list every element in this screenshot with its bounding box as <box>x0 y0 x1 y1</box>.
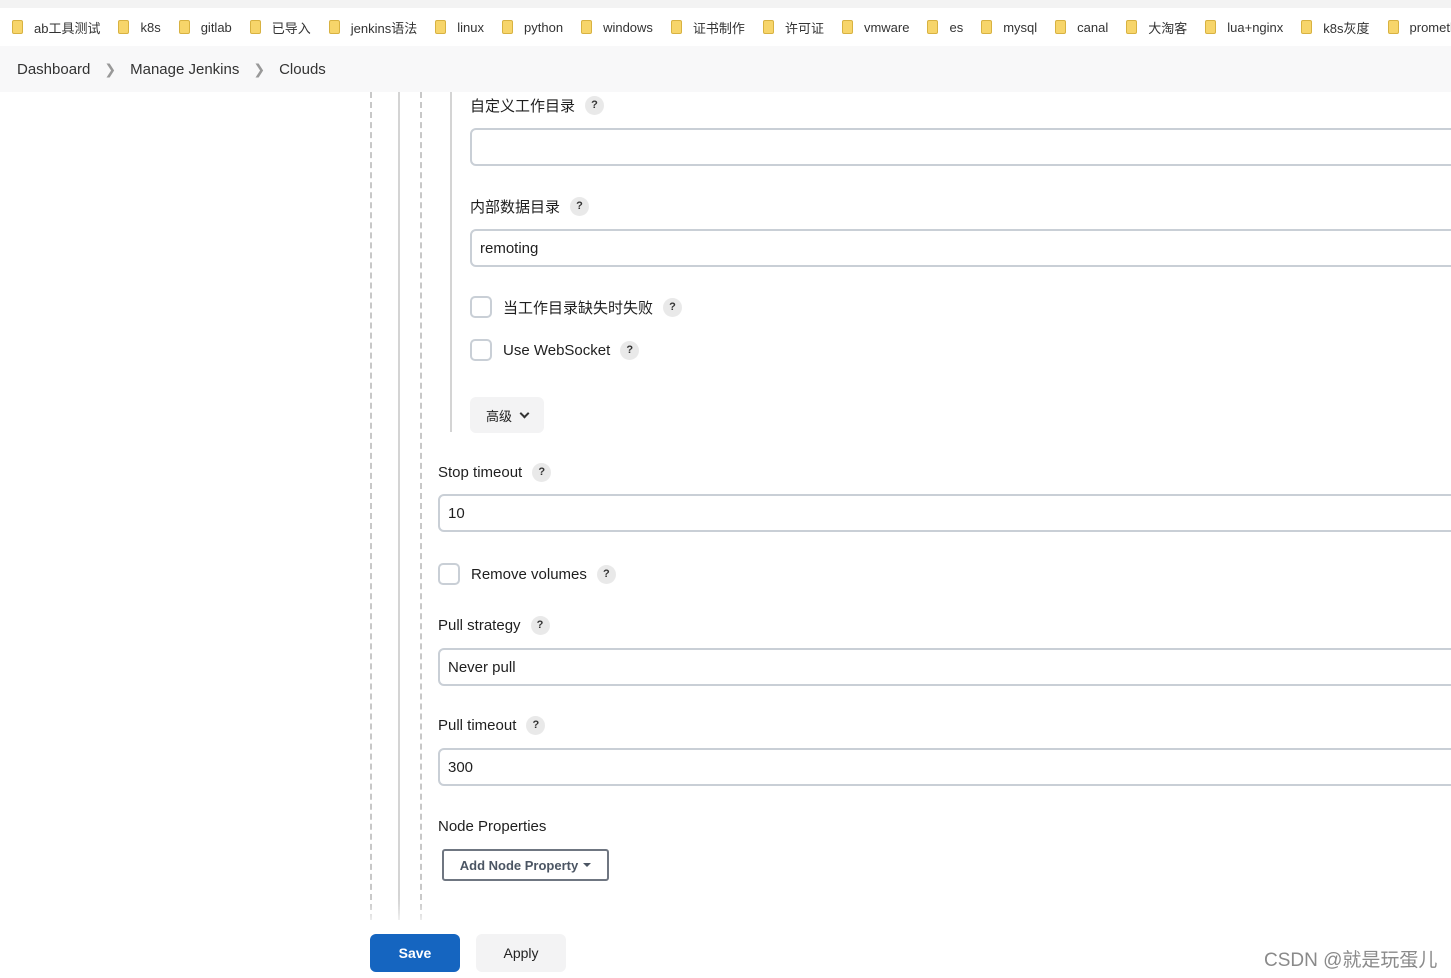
folder-icon <box>762 20 774 34</box>
add-node-property-button[interactable]: Add Node Property <box>442 849 609 881</box>
bookmark-label: gitlab <box>200 19 232 35</box>
bookmark-label: k8s <box>140 19 161 35</box>
help-icon[interactable]: ? <box>532 462 552 482</box>
bookmark-item[interactable]: ab工具测试 <box>12 18 100 37</box>
bookmark-label: jenkins语法 <box>350 20 418 36</box>
bookmark-item[interactable]: mysql <box>981 20 1037 35</box>
bookmark-item[interactable]: 证书制作 <box>670 18 745 37</box>
bookmark-label: k8s灰度 <box>1323 20 1370 36</box>
bookmark-label: vmware <box>863 19 910 35</box>
node-properties-label: Node Properties <box>438 817 547 835</box>
folder-icon <box>1205 20 1217 34</box>
bookmark-item[interactable]: gitlab <box>178 19 232 35</box>
bookmark-item[interactable]: 许可证 <box>762 18 824 37</box>
help-icon[interactable]: ? <box>596 564 616 584</box>
help-icon[interactable]: ? <box>530 615 550 635</box>
bookmark-label: ab工具测试 <box>34 20 101 36</box>
bookmark-item[interactable]: k8s <box>118 19 161 35</box>
bookmark-label: 证书制作 <box>692 20 745 36</box>
help-icon[interactable]: ? <box>585 95 605 115</box>
folder-icon <box>670 20 682 34</box>
bookmark-item[interactable]: prometh <box>1387 19 1451 35</box>
bookmark-item[interactable]: 大淘客 <box>1126 18 1187 37</box>
folder-icon <box>435 20 447 34</box>
bookmark-label: 大淘客 <box>1148 20 1188 36</box>
bookmarks-bar: ab工具测试 k8s gitlab 已导入 jenkins语法 linux python wi… <box>0 8 1451 46</box>
bookmark-item[interactable]: 已导入 <box>249 18 311 37</box>
bookmark-label: prometh <box>1409 19 1451 35</box>
fail-if-workdir-missing-label: 当工作目录缺失时失败 ? <box>503 296 683 318</box>
stop-timeout-input[interactable]: 10 <box>438 494 1451 532</box>
section-rail <box>370 92 372 920</box>
chevron-down-icon <box>519 408 530 418</box>
custom-workdir-input[interactable] <box>470 128 1451 166</box>
bookmark-label: es <box>949 19 964 35</box>
remove-volumes-checkbox[interactable] <box>438 563 460 585</box>
bookmark-item[interactable]: lua+nginx <box>1205 20 1283 35</box>
folder-icon <box>1301 20 1313 34</box>
folder-icon <box>118 20 130 34</box>
bookmark-item[interactable]: windows <box>581 20 653 35</box>
folder-icon <box>12 20 23 34</box>
folder-icon <box>328 20 340 34</box>
custom-workdir-label: 自定义工作目录 ? <box>470 94 605 116</box>
save-button[interactable]: Save <box>370 934 460 972</box>
folder-icon <box>502 20 514 34</box>
breadcrumb-manage-jenkins[interactable]: Manage Jenkins <box>130 61 239 78</box>
bookmark-label: windows <box>603 19 653 35</box>
use-websocket-label: Use WebSocket ? <box>503 339 640 361</box>
pull-timeout-input[interactable]: 300 <box>438 748 1451 786</box>
folder-icon <box>1387 20 1399 34</box>
bookmark-item[interactable]: python <box>502 20 563 35</box>
bookmark-label: linux <box>457 19 485 35</box>
bookmark-label: python <box>524 19 564 35</box>
bookmark-label: 许可证 <box>784 20 824 36</box>
fail-if-workdir-missing-checkbox[interactable] <box>470 296 492 318</box>
chevron-right-icon: ❯ <box>253 60 266 77</box>
breadcrumb: Dashboard ❯ Manage Jenkins ❯ Clouds <box>0 46 1451 92</box>
folder-icon <box>249 20 261 34</box>
folder-icon <box>981 20 993 34</box>
browser-chrome-strip <box>0 0 1451 8</box>
folder-icon <box>1055 20 1067 34</box>
breadcrumb-clouds[interactable]: Clouds <box>279 61 326 78</box>
help-icon[interactable]: ? <box>663 297 683 317</box>
caret-down-icon <box>583 863 592 867</box>
folder-icon <box>841 20 853 34</box>
pull-strategy-label: Pull strategy ? <box>438 614 550 636</box>
stop-timeout-label: Stop timeout ? <box>438 461 552 483</box>
bookmark-label: 已导入 <box>271 20 311 36</box>
breadcrumb-dashboard[interactable]: Dashboard <box>17 61 90 78</box>
internal-data-dir-input[interactable]: remoting <box>470 229 1451 267</box>
pull-strategy-select[interactable]: Never pull <box>438 648 1451 686</box>
bookmark-item[interactable]: k8s灰度 <box>1301 18 1370 37</box>
bookmark-label: canal <box>1077 19 1109 35</box>
remove-volumes-label: Remove volumes ? <box>471 563 616 585</box>
watermark: CSDN @就是玩蛋儿 <box>1264 950 1438 971</box>
folder-icon <box>178 20 190 34</box>
internal-data-dir-label: 内部数据目录 ? <box>470 195 590 217</box>
bookmark-item[interactable]: jenkins语法 <box>328 18 418 37</box>
bookmark-item[interactable]: es <box>927 20 963 35</box>
folder-icon <box>927 20 939 34</box>
bookmark-item[interactable]: canal <box>1055 20 1108 35</box>
section-rail <box>398 92 400 920</box>
help-icon[interactable]: ? <box>620 340 640 360</box>
bookmark-label: mysql <box>1003 19 1038 35</box>
bookmark-label: lua+nginx <box>1227 19 1284 35</box>
apply-button[interactable]: Apply <box>476 934 566 972</box>
pull-timeout-label: Pull timeout ? <box>438 714 546 736</box>
folder-icon <box>581 20 593 34</box>
advanced-button[interactable]: 高级 <box>470 397 544 433</box>
help-icon[interactable]: ? <box>570 196 590 216</box>
help-icon[interactable]: ? <box>526 715 546 735</box>
chevron-right-icon: ❯ <box>104 60 117 77</box>
use-websocket-checkbox[interactable] <box>470 339 492 361</box>
bookmark-item[interactable]: vmware <box>841 19 910 35</box>
section-rail <box>450 92 452 432</box>
folder-icon <box>1126 20 1138 34</box>
bookmark-item[interactable]: linux <box>435 20 484 35</box>
section-rail <box>420 92 422 920</box>
